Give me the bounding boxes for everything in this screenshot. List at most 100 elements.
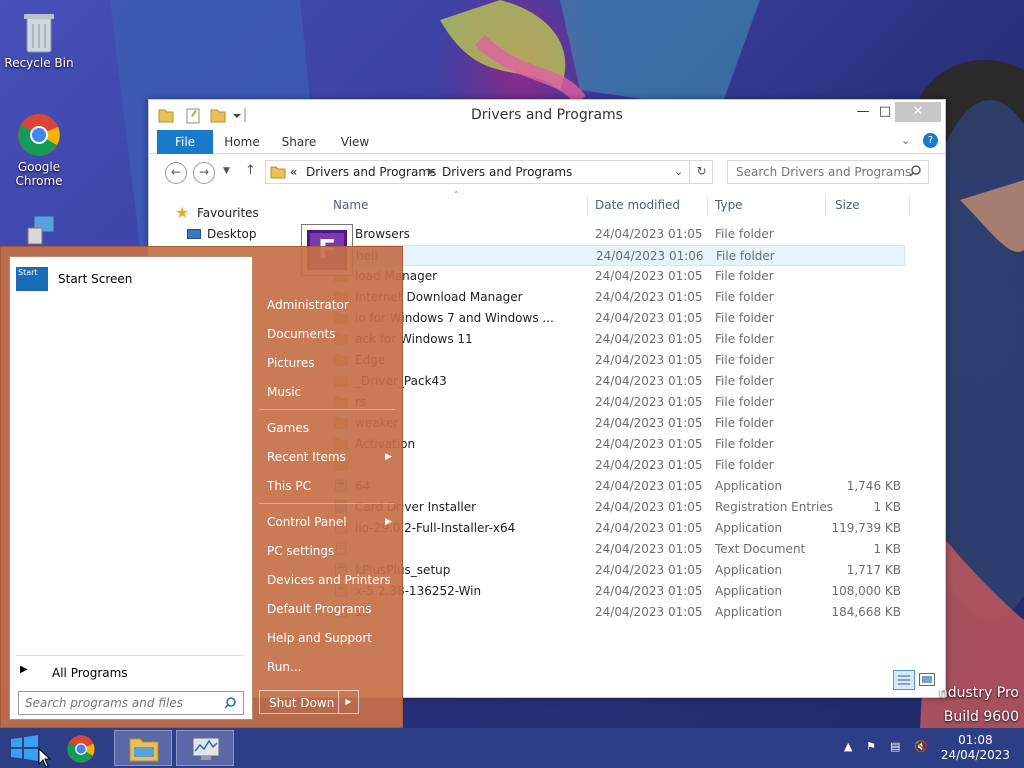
start-item-default-programs[interactable]: Default Programs bbox=[267, 602, 372, 616]
file-row[interactable]: Edge24/04/2023 01:05File folder bbox=[329, 350, 905, 371]
column-separator[interactable] bbox=[707, 196, 708, 216]
expand-arrow-icon: ▶ bbox=[20, 664, 28, 675]
file-row[interactable]: 1524/04/2023 01:05Application184,668 KB bbox=[329, 602, 905, 623]
start-item-this-pc[interactable]: This PC bbox=[267, 479, 311, 493]
breadcrumb-separator-icon[interactable]: ▶ bbox=[428, 167, 435, 177]
start-item-documents[interactable]: Documents bbox=[267, 327, 335, 341]
column-header-date[interactable]: Date modified bbox=[595, 198, 680, 212]
file-row[interactable]: hell24/04/2023 01:06File folder bbox=[329, 245, 905, 266]
address-dropdown-icon[interactable]: ⌄ bbox=[674, 165, 683, 178]
file-size: 108,000 KB bbox=[831, 584, 901, 598]
file-type: File folder bbox=[716, 249, 775, 263]
volume-muted-icon[interactable]: 🔇 bbox=[914, 740, 928, 753]
file-row[interactable]: 24/04/2023 01:05 Text Document 1 KB bbox=[329, 539, 905, 560]
taskbar-chrome[interactable] bbox=[52, 730, 110, 766]
column-separator[interactable] bbox=[587, 196, 588, 216]
folder-icon bbox=[270, 166, 286, 179]
file-row[interactable]: x-5.2.38-136252-Win 24/04/2023 01:05 Appli… bbox=[329, 581, 905, 602]
address-crumb[interactable]: Drivers and Programs bbox=[442, 165, 572, 179]
file-row[interactable]: load Manager24/04/2023 01:05File folder bbox=[329, 266, 905, 287]
file-size: 119,739 KB bbox=[831, 521, 901, 535]
shut-down-options-button[interactable]: ▶ bbox=[338, 691, 358, 713]
tab-share[interactable]: Share bbox=[277, 130, 321, 154]
file-row[interactable]: Browsers 24/04/2023 01:05 File folder bbox=[329, 224, 905, 245]
address-crumb[interactable]: Drivers and Programs bbox=[306, 165, 436, 179]
column-header-name[interactable]: Name bbox=[333, 198, 368, 212]
file-date: 24/04/2023 01:05 bbox=[595, 332, 703, 346]
action-center-flag-icon[interactable]: ⚑ bbox=[866, 740, 876, 753]
column-separator[interactable] bbox=[825, 196, 826, 216]
desktop-icon-recycle-bin[interactable]: Recycle Bin bbox=[4, 8, 74, 70]
help-icon[interactable]: ? bbox=[923, 133, 938, 148]
file-row[interactable]: 6424/04/2023 01:05Application1,746 KB bbox=[329, 476, 905, 497]
refresh-button[interactable]: ↻ bbox=[689, 160, 713, 184]
column-header-type[interactable]: Type bbox=[715, 198, 743, 212]
network-icon[interactable]: ▤ bbox=[890, 740, 900, 753]
forward-button[interactable]: → bbox=[193, 162, 215, 184]
start-item-run[interactable]: Run... bbox=[267, 660, 301, 674]
desktop-icon-setup[interactable] bbox=[18, 214, 62, 248]
start-item-help-support[interactable]: Help and Support bbox=[267, 631, 372, 645]
ribbon-expand-icon[interactable]: ⌄ bbox=[901, 134, 910, 147]
up-arrow-icon[interactable]: ↑ bbox=[245, 163, 256, 178]
file-row[interactable]: io for Windows 7 and Windows ... 24/04/20… bbox=[329, 308, 905, 329]
show-hidden-icons-icon[interactable]: ▲ bbox=[844, 740, 852, 753]
start-item-pictures[interactable]: Pictures bbox=[267, 356, 315, 370]
start-item-games[interactable]: Games bbox=[267, 421, 309, 435]
file-row[interactable]: Card Driver Installer 24/04/2023 01:05 Reg… bbox=[329, 497, 905, 518]
file-row[interactable]: _Driver_Pack4324/04/2023 01:05File folde… bbox=[329, 371, 905, 392]
file-type: File folder bbox=[715, 353, 774, 367]
submenu-arrow-icon: ▶ bbox=[385, 517, 392, 527]
file-date: 24/04/2023 01:05 bbox=[595, 374, 703, 388]
close-button[interactable]: ✕ bbox=[895, 102, 941, 122]
file-row[interactable]: Activation24/04/2023 01:05File folder bbox=[329, 434, 905, 455]
recent-locations-icon[interactable]: ▼ bbox=[223, 166, 230, 176]
tab-view[interactable]: View bbox=[335, 130, 375, 154]
tray-clock[interactable]: 01:08 24/04/2023 bbox=[941, 733, 1010, 763]
desktop-icon-label: Recycle Bin bbox=[4, 56, 74, 70]
tab-file[interactable]: File bbox=[157, 130, 213, 154]
taskbar-file-explorer[interactable] bbox=[114, 730, 172, 766]
start-item-control-panel[interactable]: Control Panel bbox=[267, 515, 347, 529]
details-view-button[interactable] bbox=[893, 670, 915, 690]
file-row[interactable]: rs24/04/2023 01:05File folder bbox=[329, 392, 905, 413]
file-row[interactable]: lio-29.0.2-Full-Installer-x64 24/04/2023 … bbox=[329, 518, 905, 539]
address-row: ← → ▼ ↑ « Drivers and Programs ▶ Drivers… bbox=[149, 154, 945, 190]
details-view-icon bbox=[898, 675, 910, 685]
search-input[interactable] bbox=[727, 160, 929, 184]
tab-home[interactable]: Home bbox=[219, 130, 265, 154]
desktop-icon-google-chrome[interactable]: Google Chrome bbox=[4, 112, 74, 188]
start-item-recent-items[interactable]: Recent Items bbox=[267, 450, 346, 464]
column-separator[interactable] bbox=[909, 196, 910, 216]
mouse-cursor-icon bbox=[38, 748, 52, 768]
file-date: 24/04/2023 01:05 bbox=[595, 290, 703, 304]
file-date: 24/04/2023 01:05 bbox=[595, 416, 703, 430]
search-icon[interactable] bbox=[224, 697, 236, 709]
start-item-music[interactable]: Music bbox=[267, 385, 301, 399]
file-row[interactable]: 24/04/2023 01:05 File folder bbox=[329, 455, 905, 476]
address-bar[interactable]: « Drivers and Programs ▶ Drivers and Pro… bbox=[265, 160, 713, 184]
nav-item-label: Favourites bbox=[197, 206, 259, 220]
all-programs-item[interactable]: ▶ All Programs bbox=[16, 655, 244, 680]
start-item-pc-settings[interactable]: PC settings bbox=[267, 544, 334, 558]
file-row[interactable]: kPlusPlus_setup24/04/2023 01:05Applicati… bbox=[329, 560, 905, 581]
start-item-devices-printers[interactable]: Devices and Printers bbox=[267, 573, 391, 587]
back-button[interactable]: ← bbox=[165, 162, 187, 184]
file-date: 24/04/2023 01:05 bbox=[595, 605, 703, 619]
large-icons-view-button[interactable] bbox=[919, 673, 935, 686]
file-row[interactable]: weaker24/04/2023 01:05File folder bbox=[329, 413, 905, 434]
taskbar-resource-monitor[interactable] bbox=[176, 730, 234, 766]
file-row[interactable]: Internet Download Manager 24/04/2023 01:0… bbox=[329, 287, 905, 308]
file-row[interactable]: ack for Windows 11 24/04/2023 01:05 File f… bbox=[329, 329, 905, 350]
column-header-size[interactable]: Size bbox=[835, 198, 860, 212]
file-size: 1 KB bbox=[873, 542, 901, 556]
shut-down-button[interactable]: Shut Down ▶ bbox=[259, 690, 359, 714]
start-item-administrator[interactable]: Administrator bbox=[267, 298, 349, 312]
performance-monitor-icon bbox=[192, 737, 220, 760]
chrome-icon bbox=[67, 735, 95, 763]
search-icon[interactable] bbox=[909, 165, 921, 177]
start-search-input[interactable] bbox=[18, 691, 244, 715]
address-prefix: « bbox=[290, 165, 298, 179]
title-bar[interactable]: Drivers and Programs — □ ✕ bbox=[149, 100, 945, 130]
close-icon: ✕ bbox=[912, 104, 924, 119]
